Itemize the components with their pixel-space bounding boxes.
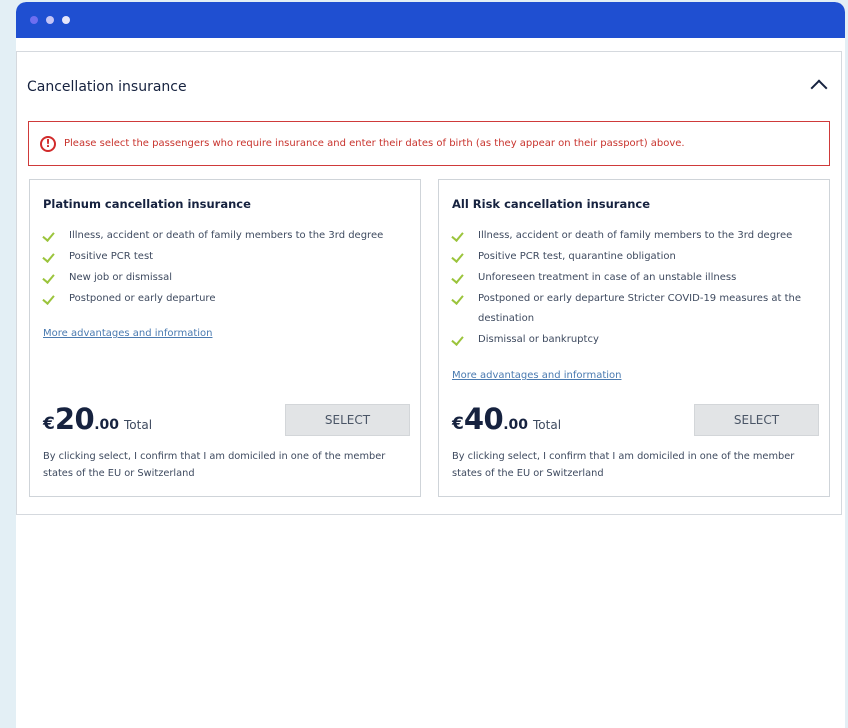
price-whole: 40 — [463, 402, 504, 436]
check-icon — [451, 271, 464, 284]
check-icon — [451, 333, 464, 346]
card-title: All Risk cancellation insurance — [452, 197, 651, 211]
check-icon — [42, 250, 55, 263]
window-control-dot[interactable] — [46, 16, 54, 24]
feature-item: Unforeseen treatment in case of an unsta… — [451, 268, 821, 288]
feature-item: Postponed or early departure Stricter CO… — [451, 289, 821, 329]
feature-item: Positive PCR test — [42, 247, 412, 267]
price-cents: .00 — [503, 417, 529, 433]
check-icon — [42, 229, 55, 242]
window-control-dot[interactable] — [30, 16, 38, 24]
insurance-card-all-risk: All Risk cancellation insurance Illness,… — [438, 179, 830, 497]
browser-window: Cancellation insurance ! Please select t… — [16, 2, 845, 728]
more-info-link[interactable]: More advantages and information — [452, 370, 621, 381]
feature-item: Postponed or early departure — [42, 289, 412, 309]
feature-list: Illness, accident or death of family mem… — [42, 226, 412, 310]
exclamation-circle-icon: ! — [40, 135, 56, 152]
panel-header[interactable]: Cancellation insurance — [27, 76, 841, 106]
feature-text: Postponed or early departure — [69, 293, 216, 304]
page-content: Cancellation insurance ! Please select t… — [16, 38, 845, 728]
feature-text: Postponed or early departure Stricter CO… — [478, 293, 801, 324]
feature-text: Positive PCR test — [69, 251, 154, 262]
feature-list: Illness, accident or death of family mem… — [451, 226, 821, 351]
price: € 40 .00 Total — [452, 402, 561, 436]
disclaimer-text: By clicking select, I confirm that I am … — [452, 451, 795, 479]
price: € 20 .00 Total — [43, 402, 152, 436]
feature-text: Unforeseen treatment in case of an unsta… — [478, 272, 737, 283]
card-title: Platinum cancellation insurance — [43, 197, 251, 211]
check-icon — [451, 292, 464, 305]
insurance-card-platinum: Platinum cancellation insurance Illness,… — [29, 179, 421, 497]
feature-item: New job or dismissal — [42, 268, 412, 288]
check-icon — [451, 250, 464, 263]
price-whole: 20 — [54, 402, 95, 436]
disclaimer-text: By clicking select, I confirm that I am … — [43, 451, 386, 479]
price-total-label: Total — [124, 418, 153, 432]
window-control-dot[interactable] — [62, 16, 70, 24]
feature-text: Illness, accident or death of family mem… — [478, 230, 793, 241]
check-icon — [42, 292, 55, 305]
feature-text: New job or dismissal — [69, 272, 173, 283]
price-currency: € — [43, 414, 55, 434]
check-icon — [451, 229, 464, 242]
alert-message: ! Please select the passengers who requi… — [28, 121, 830, 166]
select-button[interactable]: SELECT — [285, 404, 410, 436]
more-info-link[interactable]: More advantages and information — [43, 328, 212, 339]
cancellation-insurance-panel: Cancellation insurance ! Please select t… — [16, 51, 842, 515]
price-total-label: Total — [533, 418, 562, 432]
check-icon — [42, 271, 55, 284]
feature-item: Illness, accident or death of family mem… — [42, 226, 412, 246]
panel-title: Cancellation insurance — [27, 79, 187, 95]
chevron-up-icon[interactable] — [810, 79, 828, 97]
price-currency: € — [452, 414, 464, 434]
price-cents: .00 — [94, 417, 120, 433]
window-titlebar — [16, 2, 845, 38]
select-button[interactable]: SELECT — [694, 404, 819, 436]
feature-item: Positive PCR test, quarantine obligation — [451, 247, 821, 267]
feature-text: Positive PCR test, quarantine obligation — [478, 251, 676, 262]
feature-text: Dismissal or bankruptcy — [478, 334, 599, 345]
feature-text: Illness, accident or death of family mem… — [69, 230, 384, 241]
feature-item: Dismissal or bankruptcy — [451, 330, 821, 350]
feature-item: Illness, accident or death of family mem… — [451, 226, 821, 246]
alert-text: Please select the passengers who require… — [64, 138, 685, 149]
